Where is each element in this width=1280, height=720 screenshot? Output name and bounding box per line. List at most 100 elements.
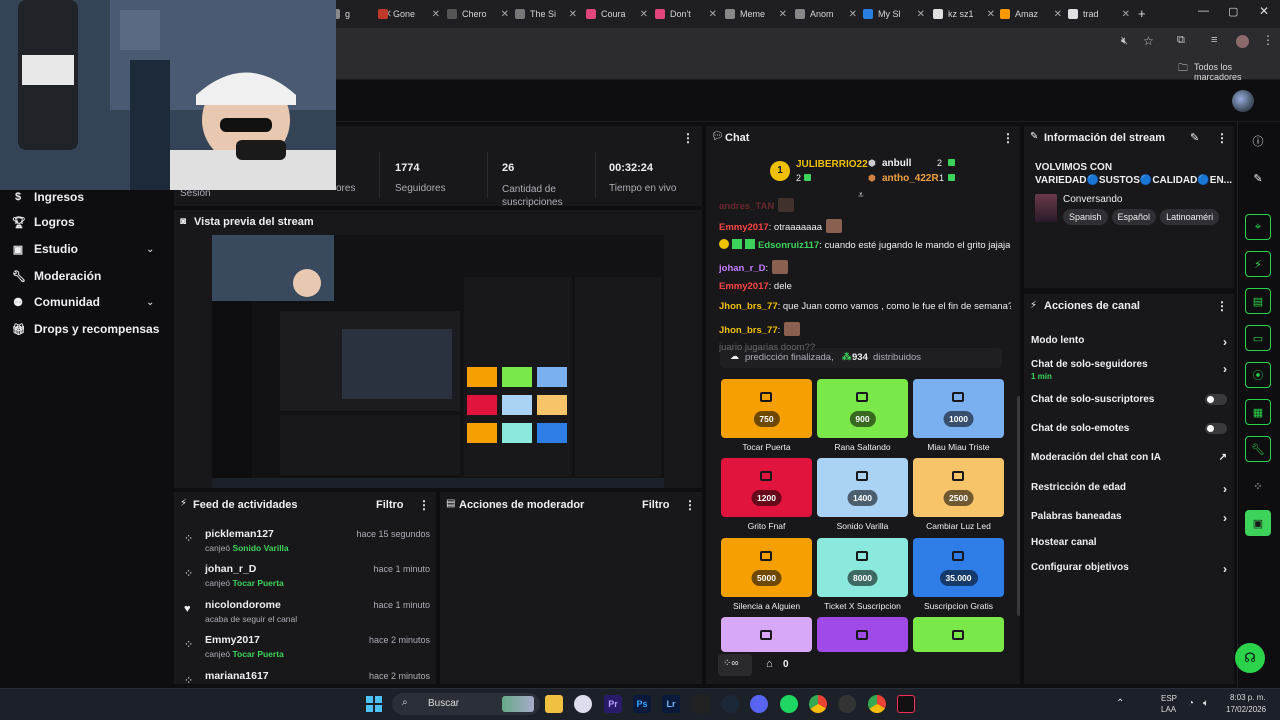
collapse-leaderboard-icon[interactable]: ⩡ (858, 190, 864, 201)
browser-tab[interactable]: Meme ✕ (725, 4, 787, 24)
chevron-right-icon[interactable]: › (1223, 511, 1227, 525)
feed-username[interactable]: mariana1617 (205, 670, 269, 682)
close-tab-icon[interactable]: ✕ (779, 9, 787, 20)
close-tab-icon[interactable]: ✕ (987, 9, 995, 20)
chevron-right-icon[interactable]: › (1223, 562, 1227, 576)
close-tab-icon[interactable]: ✕ (432, 9, 440, 20)
chevron-right-icon[interactable]: › (1223, 362, 1227, 376)
extension-icon[interactable]: ▣ (1245, 510, 1271, 536)
discord-icon[interactable] (750, 695, 768, 713)
browser-tab[interactable]: Amaz ✕ (1000, 4, 1062, 24)
clock-time[interactable]: 8:03 p. m. (1230, 693, 1266, 702)
browser-tab[interactable]: Gone ✕ (378, 4, 440, 24)
media-controls-icon[interactable]: ≡ (1211, 34, 1217, 46)
nav-item[interactable]: ▣ Estudio (12, 242, 78, 256)
nav-item[interactable]: 🔧︎ Moderación (12, 269, 101, 283)
chat-message[interactable]: Jhon_brs_77: que Juan como vamos , como … (719, 301, 1011, 312)
clock-date[interactable]: 17/02/2026 (1226, 705, 1266, 714)
browser-tab[interactable]: kz sz1 ✕ (933, 4, 995, 24)
browser-tab[interactable]: Coura ✕ (586, 4, 648, 24)
steam-icon[interactable] (721, 695, 739, 713)
minimize-button[interactable]: — (1198, 5, 1209, 17)
channel-action-item[interactable]: Palabras baneadas › (1031, 511, 1227, 525)
broadcast-icon[interactable]: ⦿ (1245, 362, 1271, 388)
browser-tab[interactable]: Anom ✕ (795, 4, 857, 24)
nav-item[interactable]: 🏆︎ Logros (12, 215, 75, 229)
tag[interactable]: Español (1111, 209, 1157, 225)
clip-icon[interactable]: ⌖ (1245, 214, 1271, 240)
reward-card[interactable]: 1200 (721, 458, 812, 517)
chat-username[interactable]: Jhon_brs_77 (719, 301, 778, 312)
close-tab-icon[interactable]: ✕ (501, 9, 509, 20)
app-icon[interactable] (574, 695, 592, 713)
volume-icon[interactable]: 🔈︎ (1203, 698, 1209, 709)
taskbar-search[interactable]: ⌕ Buscar (392, 693, 540, 715)
reward-card[interactable]: 750 (721, 379, 812, 438)
close-tab-icon[interactable]: ✕ (709, 9, 717, 20)
chat-username[interactable]: andres_TAN (719, 201, 774, 212)
reward-card[interactable] (913, 617, 1004, 652)
browser-menu-icon[interactable]: ⋮ (1262, 33, 1274, 47)
reward-card[interactable]: 1000 (913, 379, 1004, 438)
chat-scrollbar[interactable] (1017, 396, 1020, 616)
stream-info-menu-icon[interactable]: ⋮ (1216, 131, 1228, 145)
mute-site-icon[interactable]: 🔇︎ (1121, 35, 1128, 48)
layout-icon[interactable]: ▦ (1245, 399, 1271, 425)
close-window-button[interactable]: ✕ (1259, 4, 1269, 18)
preview-video[interactable] (212, 235, 664, 488)
chrome-icon[interactable] (868, 695, 886, 713)
external-link-icon[interactable]: ↗ (1219, 452, 1227, 463)
browser-tab[interactable]: Chero ✕ (447, 4, 509, 24)
reward-card[interactable]: 5000 (721, 538, 812, 597)
browser-tab[interactable]: The Si ✕ (515, 4, 577, 24)
feed-username[interactable]: johan_r_D (205, 563, 256, 575)
leader-third-name[interactable]: antho_422R (882, 173, 939, 184)
all-bookmarks-link[interactable]: Todos los marcadores (1194, 62, 1280, 82)
wrench-icon[interactable]: 🔧︎ (1245, 436, 1271, 462)
chat-message[interactable]: andres_TAN (719, 198, 795, 212)
chevron-down-icon[interactable]: ⌄ (146, 297, 154, 308)
tiktok-icon[interactable] (897, 695, 915, 713)
info-icon[interactable]: ⓘ (1245, 128, 1271, 154)
channel-action-item[interactable]: Chat de solo-emotes (1031, 423, 1227, 434)
file-explorer-icon[interactable] (545, 695, 563, 713)
photoshop-icon[interactable]: Ps (633, 695, 651, 713)
close-tab-icon[interactable]: ✕ (569, 9, 577, 20)
nav-item[interactable]: ⚉ Comunidad (12, 295, 100, 309)
language-bottom[interactable]: LAA (1161, 705, 1176, 714)
notes-icon[interactable]: ▤ (1245, 288, 1271, 314)
tag[interactable]: Spanish (1063, 209, 1108, 225)
chat-message[interactable]: Jhon_brs_77: (719, 322, 801, 336)
chevron-down-icon[interactable]: ⌄ (146, 244, 154, 255)
chat-username[interactable]: Jhon_brs_77 (719, 325, 778, 336)
chat-bubble-icon[interactable]: ▭ (1245, 325, 1271, 351)
browser-tab[interactable]: trad ✕ (1068, 4, 1130, 24)
reward-card[interactable] (817, 617, 908, 652)
feed-item[interactable]: ⁘ Emmy2017 hace 2 minutos canjeó Tocar Puer… (184, 634, 430, 666)
windows-start-icon[interactable] (366, 696, 382, 712)
toggle-switch[interactable] (1205, 423, 1227, 434)
channel-actions-menu-icon[interactable]: ⋮ (1216, 299, 1228, 313)
reward-card[interactable]: 2500 (913, 458, 1004, 517)
reward-card[interactable]: 35.000 (913, 538, 1004, 597)
close-tab-icon[interactable]: ✕ (917, 9, 925, 20)
feed-item[interactable]: ⁘ pickleman127 hace 15 segundos canjeó Soni… (184, 528, 430, 560)
chevron-right-icon[interactable]: › (1223, 335, 1227, 349)
chevron-up-icon[interactable]: ⌃ (1116, 698, 1124, 709)
mod-menu-icon[interactable]: ⋮ (684, 498, 696, 512)
feed-username[interactable]: pickleman127 (205, 528, 274, 540)
chat-username[interactable]: Edsonruiz117 (758, 240, 819, 251)
close-tab-icon[interactable]: ✕ (849, 9, 857, 20)
chat-message[interactable]: Emmy2017: otraaaaaaa (719, 219, 843, 233)
maximize-button[interactable]: ▢ (1228, 5, 1238, 18)
edit-icon[interactable]: ✎ (1190, 131, 1199, 144)
lightroom-icon[interactable]: Lr (662, 695, 680, 713)
points-balance-button[interactable]: ⁘∞ (718, 654, 752, 676)
feed-username[interactable]: Emmy2017 (205, 634, 260, 646)
points-icon[interactable]: ⁘ (1245, 473, 1271, 499)
feed-username[interactable]: nicolondorome (205, 599, 281, 611)
close-tab-icon[interactable]: ✕ (1122, 9, 1130, 20)
channel-action-item[interactable]: Restricción de edad › (1031, 482, 1227, 496)
close-tab-icon[interactable]: ✕ (1054, 9, 1062, 20)
category-name[interactable]: Conversando (1063, 194, 1122, 205)
